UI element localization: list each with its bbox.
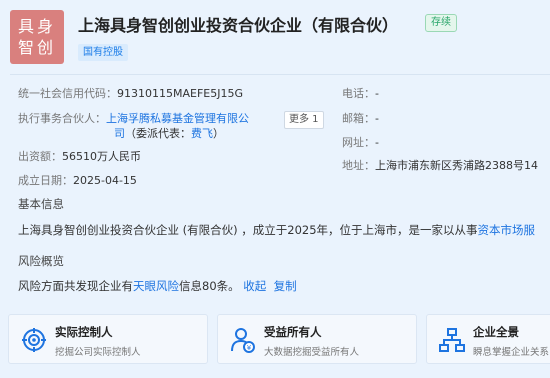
email-row: 邮箱：- [342, 111, 379, 127]
card-title: 实际控制人 [55, 325, 113, 339]
logo-line-2: 智创 [17, 38, 56, 57]
email-label: 邮箱： [342, 112, 375, 125]
basic-info-title: 基本信息 [18, 197, 64, 211]
risk-desc-end: 信息80条。 [179, 279, 240, 293]
date-row: 成立日期：2025-04-15 [18, 173, 137, 189]
risk-text: 风险方面共发现企业有天眼风险信息80条。 收起 复制 [18, 278, 297, 294]
status-badge: 存续 [425, 14, 457, 32]
risk-link[interactable]: 天眼风险 [133, 279, 179, 293]
website-label: 网址： [342, 136, 375, 149]
website-row: 网址：- [342, 135, 379, 151]
address-row: 地址：上海市浦东新区秀浦路2388号14 [342, 158, 550, 174]
basic-info-desc: 上海具身智创创业投资合伙企业 (有限合伙) ，成立于2025年，位于上海市，是一… [18, 223, 478, 237]
phone-label: 电话： [342, 87, 375, 100]
capital-label: 出资额： [18, 150, 62, 163]
card-subtitle: 瞬息掌握企业关系 [473, 347, 550, 358]
credit-code-label: 统一社会信用代码： [18, 87, 117, 100]
card-beneficial-owner[interactable]: ¥ 受益所有人 大数据挖掘受益所有人 [217, 314, 417, 364]
card-enterprise-panorama[interactable]: 企业全景 瞬息掌握企业关系 [426, 314, 550, 364]
card-actual-controller[interactable]: 实际控制人 挖掘公司实际控制人 [8, 314, 208, 364]
date-label: 成立日期： [18, 174, 73, 187]
phone-value: - [375, 87, 379, 100]
partner-row: 执行事务合伙人：上海孚腾私募基金管理有限公 [18, 111, 249, 127]
card-title: 企业全景 [473, 325, 519, 339]
risk-title: 风险概览 [18, 254, 64, 268]
partner-label: 执行事务合伙人： [18, 112, 106, 125]
beneficiary-icon: ¥ [231, 328, 255, 353]
partner-link-cont[interactable]: 司 [114, 127, 125, 140]
phone-row: 电话：- [342, 86, 379, 102]
network-icon [439, 328, 465, 352]
card-title: 受益所有人 [264, 325, 322, 339]
address-label: 地址： [342, 159, 375, 172]
capital-value: 56510万人民币 [62, 150, 141, 163]
credit-code-row: 统一社会信用代码：91310115MAEFE5J15G [18, 86, 243, 102]
card-subtitle: 大数据挖掘受益所有人 [264, 347, 360, 358]
risk-desc: 风险方面共发现企业有 [18, 279, 133, 293]
ownership-tag[interactable]: 国有控股 [78, 44, 128, 61]
copy-link[interactable]: 复制 [274, 279, 297, 293]
partner-link[interactable]: 上海孚腾私募基金管理有限公 [106, 112, 249, 125]
collapse-link[interactable]: 收起 [243, 279, 266, 293]
logo-line-1: 具身 [17, 17, 56, 36]
rep-label: （委派代表： [125, 127, 191, 140]
basic-info-text: 上海具身智创创业投资合伙企业 (有限合伙) ，成立于2025年，位于上海市，是一… [18, 222, 550, 238]
credit-code-value[interactable]: 91310115MAEFE5J15G [117, 87, 243, 100]
website-value: - [375, 136, 379, 149]
header-divider [10, 74, 550, 75]
capital-row: 出资额：56510万人民币 [18, 149, 141, 165]
feature-cards: 实际控制人 挖掘公司实际控制人 ¥ 受益所有人 大数据挖掘受益所有人 企业全景 … [8, 314, 550, 364]
company-logo: 具身 智创 [10, 10, 64, 64]
more-partners-button[interactable]: 更多 1 [284, 111, 324, 129]
rep-close: ） [213, 127, 224, 140]
industry-link[interactable]: 资本市场服 [478, 223, 536, 237]
rep-name-link[interactable]: 费飞 [191, 127, 213, 140]
svg-text:¥: ¥ [247, 344, 252, 352]
card-subtitle: 挖掘公司实际控制人 [55, 347, 141, 358]
partner-row-2: 司（委派代表：费飞） [114, 126, 224, 142]
address-value[interactable]: 上海市浦东新区秀浦路2388号14 [375, 159, 538, 172]
email-value: - [375, 112, 379, 125]
company-name: 上海具身智创创业投资合伙企业（有限合伙） [78, 16, 399, 35]
target-icon [22, 328, 46, 352]
date-value: 2025-04-15 [73, 174, 137, 187]
